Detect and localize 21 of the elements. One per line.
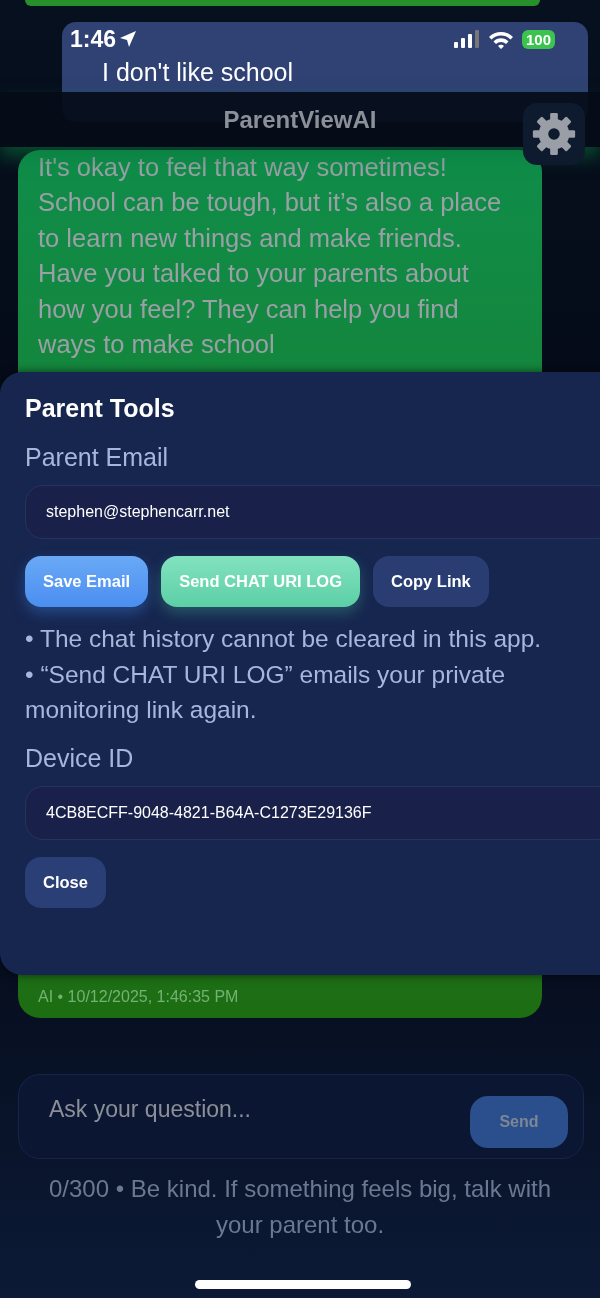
info-note: • “Send CHAT URI LOG” emails your private monitoring link again. [25, 659, 507, 725]
location-icon [118, 29, 139, 49]
email-field[interactable]: stephen@stephencarr.net [25, 485, 600, 539]
status-time: 1:46 [70, 26, 117, 52]
app-title: ParentViewAI [223, 105, 377, 134]
helper-text: 0/300 • Be kind. If something feels big, talk with your parent too. [48, 1174, 552, 1240]
settings-button[interactable] [523, 103, 585, 165]
field-label: Device ID [25, 743, 135, 773]
device-id-field[interactable]: 4CB8ECFF-9048-4821-B64A-C1273E29136F [25, 785, 600, 840]
question-input[interactable]: Ask your question... [47, 1095, 470, 1124]
message-text: It's okay to feel that way sometimes! School can be tough, but it’s also a place to learn new things and make friends. Have you talked to your parents about how you feel? They can help you find ways to make school [38, 152, 502, 361]
message-text: I don't like school [102, 58, 293, 86]
info-note: • The chat history cannot be cleared in this app. [25, 624, 543, 654]
action-button[interactable]: Copy Link [373, 556, 489, 607]
settings-icon [530, 110, 578, 158]
message-timestamp: AI • 10/12/2025, 1:46:35 PM [38, 988, 239, 1006]
panel-title: Parent Tools [25, 394, 176, 423]
close-button[interactable]: Close [25, 856, 106, 908]
signal-icon [453, 30, 480, 48]
wifi-icon [487, 29, 514, 49]
field-label: Parent Email [25, 443, 170, 472]
